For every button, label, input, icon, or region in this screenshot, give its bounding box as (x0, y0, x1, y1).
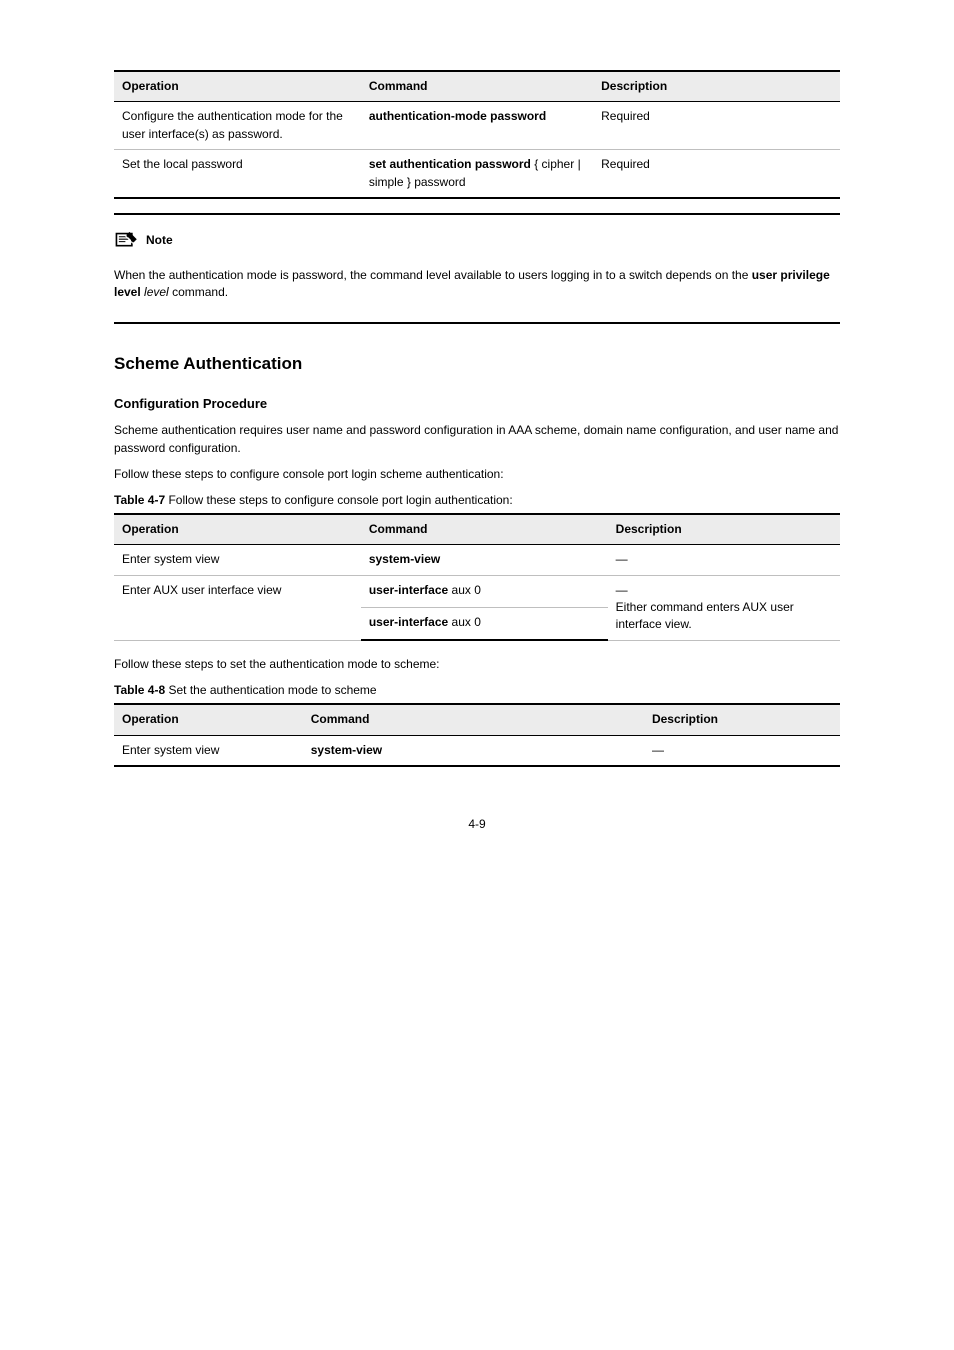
table-row: Set the local password set authenticatio… (114, 150, 840, 198)
paragraph-intro: Scheme authentication requires user name… (114, 421, 840, 457)
t1-r2-op: Set the local password (114, 150, 361, 198)
note-icon (114, 229, 140, 251)
t2-h2: Command (361, 514, 608, 545)
t2-r1-op: Enter system view (114, 545, 361, 575)
page-content: Operation Command Description Configure … (0, 0, 954, 881)
table-scheme-mode: Operation Command Description Enter syst… (114, 703, 840, 767)
t2-r1-desc: — (608, 545, 840, 575)
note-body: When the authentication mode is password… (114, 267, 840, 302)
t2-r1-cmd: system-view (361, 545, 608, 575)
t3-r1-op: Enter system view (114, 735, 303, 766)
subsection-heading: Configuration Procedure (114, 396, 840, 411)
t3-r1-cmd: system-view (303, 735, 644, 766)
t2-h3: Description (608, 514, 840, 545)
table2-caption: Table 4-7 Follow these steps to configur… (114, 491, 840, 509)
t2-h1: Operation (114, 514, 361, 545)
t1-r2-cmd: set authentication password { cipher | s… (361, 150, 593, 198)
paragraph-follow1: Follow these steps to configure console … (114, 465, 840, 483)
note-header: Note (114, 229, 840, 251)
t3-h1: Operation (114, 704, 303, 735)
t1-r1-op: Configure the authentication mode for th… (114, 102, 361, 150)
t2-r2-desc: — Either command enters AUX user interfa… (608, 575, 840, 640)
page-number: 4-9 (114, 817, 840, 831)
t3-h2: Command (303, 704, 644, 735)
table-row: Enter AUX user interface view user-inter… (114, 575, 840, 607)
note-label: Note (146, 233, 173, 247)
note-callout: Note When the authentication mode is pas… (114, 213, 840, 324)
t1-r2-desc: Required (593, 150, 840, 198)
t3-h3: Description (644, 704, 840, 735)
t3-r1-desc: — (644, 735, 840, 766)
table-row: Enter system view system-view — (114, 545, 840, 575)
table-row: Enter system view system-view — (114, 735, 840, 766)
section-heading: Scheme Authentication (114, 354, 840, 374)
t1-h2: Command (361, 71, 593, 102)
t1-h1: Operation (114, 71, 361, 102)
t1-r1-desc: Required (593, 102, 840, 150)
table-auth-password: Operation Command Description Configure … (114, 70, 840, 199)
table-row: Configure the authentication mode for th… (114, 102, 840, 150)
table3-caption: Table 4-8 Set the authentication mode to… (114, 681, 840, 699)
t2-r3-cmd: user-interface aux 0 (361, 607, 608, 640)
paragraph-follow2: Follow these steps to set the authentica… (114, 655, 840, 673)
t1-r1-cmd: authentication-mode password (361, 102, 593, 150)
t2-r2-op: Enter AUX user interface view (114, 575, 361, 640)
t2-r2-cmd: user-interface aux 0 (361, 575, 608, 607)
table-console-login-auth: Operation Command Description Enter syst… (114, 513, 840, 641)
t1-h3: Description (593, 71, 840, 102)
